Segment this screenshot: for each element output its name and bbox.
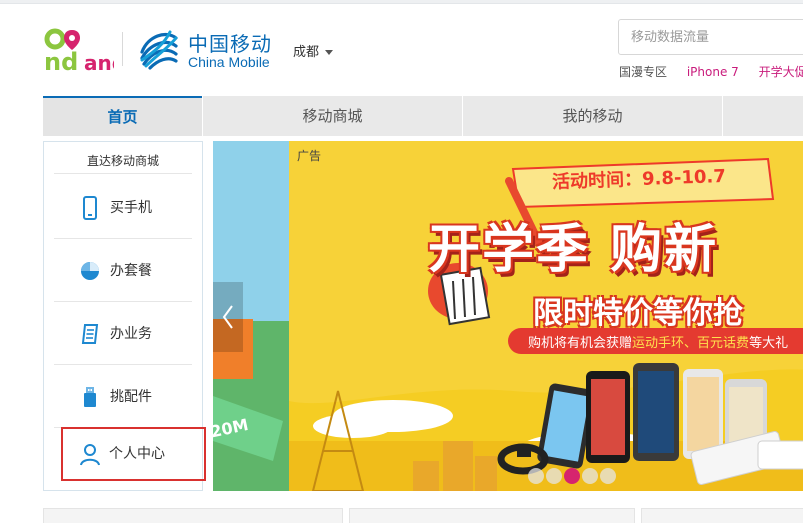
and-logo-char: and和 [84,51,114,74]
strip-highlight-credit: 百元话费 [697,336,750,351]
banner-dot[interactable] [546,468,562,484]
sidebar-item-label: 买手机 [110,200,152,216]
strip-prefix: 购机将有机会获赠 [528,336,633,351]
nav-mobile-mall[interactable]: 移动商城 [202,96,462,136]
china-mobile-logo-icon[interactable] [136,26,182,72]
banner-headline: 开学季 购新 [428,220,719,280]
hot-link-comic[interactable]: 国漫专区 [619,65,667,79]
and-logo[interactable]: nd and和 [42,24,114,74]
sidebar-item-label: 办套餐 [110,263,152,279]
sidebar-item-user-center[interactable]: 个人中心 [61,427,206,481]
banner-dot-active[interactable] [564,468,580,484]
logo-divider [122,32,123,66]
sidebar-item-buy-phone[interactable]: 买手机 [54,176,192,239]
banner-dot[interactable] [600,468,616,484]
content-card[interactable] [349,508,635,523]
nav-more[interactable] [722,96,803,136]
city-selector[interactable]: 成都 [293,41,334,60]
user-icon [80,444,100,466]
sidebar-item-accessory[interactable]: 挑配件 [54,365,192,428]
nav-my-mobile[interactable]: 我的移动 [462,96,722,136]
chevron-down-icon [325,50,334,55]
sidebar-item-label: 个人中心 [109,446,165,462]
hot-links: 国漫专区 iPhone 7 开学大促 [619,63,803,80]
banner-subline: 限时特价等你抢 [533,296,743,331]
content-card[interactable] [43,508,343,523]
strip-highlight-band: 运动手环 [632,336,685,351]
phone-icon [83,196,97,220]
main-nav: 首页 移动商城 我的移动 [43,96,803,136]
top-border [0,0,803,4]
banner-dot[interactable] [528,468,544,484]
sidebar-item-package[interactable]: 办套餐 [54,239,192,302]
sidebar-item-label: 挑配件 [110,389,152,405]
accessory-icon [84,387,96,407]
strip-separator: 、 [684,336,698,351]
banner-strip-text: 购机将有机会获赠运动手环、百元话费等大礼 [528,332,788,351]
sidebar-item-business[interactable]: 办业务 [54,302,192,365]
package-icon [81,262,99,280]
nav-home[interactable]: 首页 [43,96,202,136]
strip-suffix: 等大礼 [749,336,789,351]
content-card[interactable] [641,508,803,523]
search-input[interactable] [618,19,803,55]
mall-shortcut-sidebar: 直达移动商城 买手机 办套餐 办业务 挑配件 个人中心 [43,141,206,491]
brand-name-cn[interactable]: 中国移动 [188,28,272,57]
chevron-left-icon [222,305,233,329]
sidebar-item-label: 办业务 [110,326,152,342]
business-icon [81,324,99,344]
banner-dot[interactable] [582,468,598,484]
city-label: 成都 [293,45,320,60]
sidebar-title: 直达移动商城 [54,152,192,174]
ad-label: 广告 [297,149,322,163]
banner-prev-button[interactable] [213,282,243,352]
hot-link-iphone7[interactable]: iPhone 7 [687,65,739,79]
hot-link-school-sale[interactable]: 开学大促 [759,65,803,79]
brand-name-en[interactable]: China Mobile [188,54,270,70]
svg-text:nd: nd [44,48,78,74]
